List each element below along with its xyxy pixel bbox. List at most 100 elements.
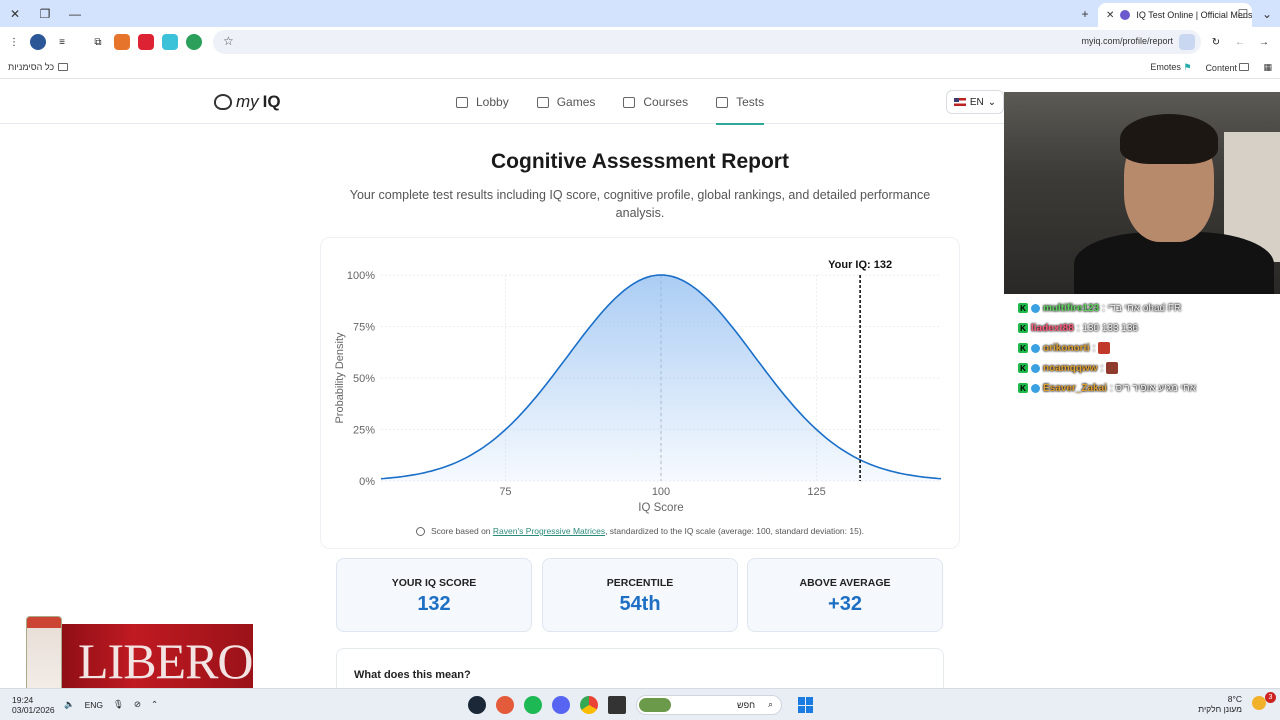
extension-5-icon[interactable] — [186, 34, 202, 50]
y-tick-label: 100% — [347, 270, 375, 282]
emote-icon — [1106, 362, 1119, 374]
info-icon — [415, 527, 425, 537]
file-app-icon[interactable] — [608, 696, 626, 714]
y-tick-label: 50% — [353, 373, 375, 385]
app-icon[interactable] — [496, 696, 514, 714]
stat-value: 132 — [417, 593, 451, 615]
y-axis-label: Probability Density — [334, 332, 346, 424]
profile-avatar-icon[interactable] — [30, 34, 46, 50]
site-settings-icon[interactable] — [1179, 34, 1195, 50]
clock-time: 19:24 — [12, 695, 34, 705]
tab-search-chevron-icon[interactable]: ⌄ — [1258, 5, 1276, 23]
menu-dots-icon[interactable]: ⋮ — [6, 34, 22, 50]
stat-card-percentile: PERCENTILE 54th — [542, 558, 738, 632]
reload-icon[interactable]: ↻ — [1208, 34, 1224, 50]
emote-icon — [1098, 342, 1111, 354]
kick-badge-icon: K — [1018, 343, 1028, 353]
stat-value: +32 — [828, 593, 862, 615]
search-placeholder: חפש — [737, 700, 755, 710]
stat-card-above-average: ABOVE AVERAGE +32 — [747, 558, 943, 632]
network-off-icon[interactable]: ⊘ — [134, 699, 141, 710]
address-bar[interactable]: ☆ myiq.com/profile/report — [213, 30, 1201, 54]
chat-badge-icon — [1031, 383, 1040, 393]
extensions-puzzle-icon[interactable]: ⧉ — [90, 34, 106, 50]
brain-icon — [214, 94, 232, 110]
chat-bubble-icon[interactable]: ☐ — [1234, 5, 1252, 23]
back-icon[interactable]: → — [1256, 34, 1272, 50]
windows-taskbar: 19:24 03/01/2026 🔈 ENG 🎙 ⊘ ⌃ חפש ⌕ 8°C מ… — [0, 688, 1280, 720]
myiq-logo[interactable]: my IQ — [214, 92, 281, 112]
browser-tab-bar: ✕ ❐ — + ✕ IQ Test Online | Official Mens… — [0, 0, 1280, 27]
bookmarks-bar: כל הסימניות Emotes ⚑ Content ▦ — [0, 57, 1280, 79]
volume-icon[interactable]: 🔈 — [64, 699, 75, 710]
libero-ad-overlay: LIBERO — [26, 616, 254, 696]
bookmark-star-icon[interactable]: ☆ — [223, 34, 234, 48]
chat-text: : — [1100, 362, 1104, 374]
x-axis-label: IQ Score — [638, 502, 683, 514]
temperature: 8°C — [1227, 694, 1242, 704]
discord-app-icon[interactable] — [552, 696, 570, 714]
emotes-icon: ⚑ — [1183, 62, 1192, 72]
chrome-app-icon[interactable] — [580, 696, 598, 714]
y-tick-label: 0% — [359, 476, 375, 488]
browser-tab-active[interactable]: ✕ IQ Test Online | Official Mensa- — [1098, 3, 1252, 27]
close-window-icon[interactable]: ✕ — [6, 5, 24, 23]
minimize-window-icon[interactable]: — — [66, 5, 84, 23]
language-selector[interactable]: EN ⌄ — [946, 90, 1004, 114]
extension-3-icon[interactable] — [138, 34, 154, 50]
x-tick-label: 125 — [807, 486, 825, 498]
microphone-icon[interactable]: 🎙 — [113, 699, 124, 710]
bookmark-emotes[interactable]: Emotes ⚑ — [1150, 62, 1191, 73]
clock[interactable]: 19:24 03/01/2026 — [12, 695, 55, 715]
extension-4-icon[interactable] — [162, 34, 178, 50]
forward-icon[interactable]: ← — [1232, 34, 1248, 50]
all-bookmarks[interactable]: כל הסימניות — [8, 62, 69, 72]
chat-message: Kmultifire123: אחי בדי ohad FR — [1018, 298, 1280, 318]
stat-card-iq-score: YOUR IQ SCORE 132 — [336, 558, 532, 632]
nav-tests[interactable]: Tests — [716, 80, 765, 125]
apps-grid-icon[interactable]: ▦ — [1263, 62, 1272, 73]
user-iq-marker-label: Your IQ: 132 — [828, 259, 892, 271]
nav-games[interactable]: Games — [536, 80, 595, 124]
chat-badge-icon — [1031, 303, 1040, 313]
chat-username: Esaver_Zakai — [1043, 382, 1107, 394]
extension-2-icon[interactable] — [114, 34, 130, 50]
home-icon — [456, 96, 468, 108]
y-tick-label: 25% — [353, 425, 375, 437]
steam-app-icon[interactable] — [468, 696, 486, 714]
weather-sun-icon — [1252, 696, 1266, 710]
close-tab-icon[interactable]: ✕ — [1106, 10, 1114, 21]
chat-message: Korikonorti: — [1018, 338, 1280, 358]
chat-message: K Esaver_Zakai: אחי מגיע אופיר ריס — [1018, 378, 1280, 398]
url-text: myiq.com/profile/report — [1081, 36, 1173, 46]
extension-1-icon[interactable]: ≡ — [54, 34, 70, 50]
all-bookmarks-label: כל הסימניות — [8, 62, 55, 72]
browser-toolbar: ⋮ ≡ ⧉ ☆ myiq.com/profile/report ↻ ← → — [0, 27, 1280, 57]
new-tab-icon[interactable]: + — [1076, 5, 1094, 23]
page-subtitle: Your complete test results including IQ … — [349, 188, 931, 220]
clock-date: 03/01/2026 — [12, 705, 55, 715]
gamepad-icon — [536, 96, 549, 108]
search-icon: ⌕ — [767, 699, 773, 709]
perfume-bottle-image — [26, 616, 62, 696]
logo-my: my — [236, 92, 259, 111]
stat-label: PERCENTILE — [606, 577, 674, 589]
x-tick-label: 75 — [499, 486, 511, 498]
ravens-matrices-link[interactable]: Raven's Progressive Matrices — [493, 526, 605, 536]
nav-lobby[interactable]: Lobby — [456, 80, 509, 124]
bookmark-content[interactable]: Content — [1205, 62, 1250, 73]
stat-label: ABOVE AVERAGE — [799, 577, 891, 589]
kick-badge-icon: K — [1018, 383, 1028, 393]
stat-value: 54th — [619, 593, 661, 615]
weather-widget[interactable]: 8°C מעונן חלקית — [1198, 694, 1242, 714]
nav-courses[interactable]: Courses — [623, 80, 688, 124]
tray-chevron-up-icon[interactable]: ⌃ — [151, 699, 158, 710]
folder-icon — [1239, 62, 1250, 71]
windows-start-icon[interactable] — [798, 697, 814, 713]
notification-badge: 3 — [1265, 692, 1276, 703]
input-language[interactable]: ENG — [85, 700, 103, 710]
restore-window-icon[interactable]: ❐ — [36, 5, 54, 23]
taskbar-search[interactable]: חפש ⌕ — [636, 695, 782, 715]
x-tick-label: 100 — [652, 486, 670, 498]
spotify-app-icon[interactable] — [524, 696, 542, 714]
